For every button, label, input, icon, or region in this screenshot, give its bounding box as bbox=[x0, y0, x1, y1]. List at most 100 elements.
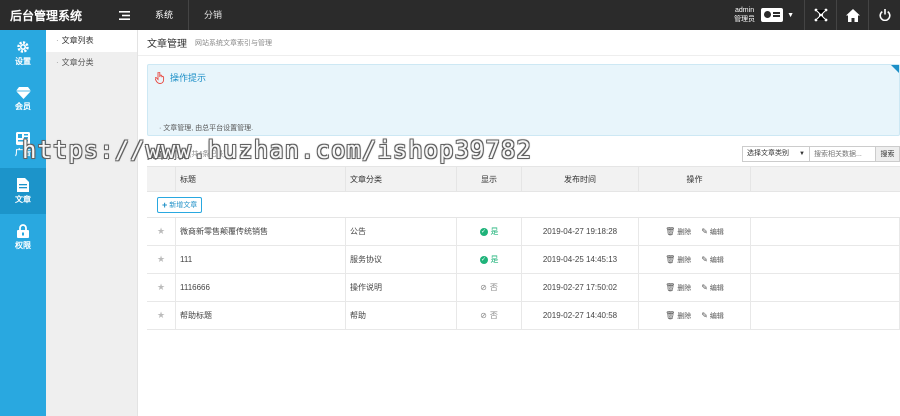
document-icon bbox=[17, 177, 29, 192]
sidebar-item-label: 文章 bbox=[15, 194, 31, 204]
star-icon[interactable]: ★ bbox=[147, 274, 176, 301]
add-article-button[interactable]: + 新增文章 bbox=[157, 196, 203, 213]
trash-icon: 🗑 bbox=[665, 255, 676, 264]
admin-role: 管理员 bbox=[734, 16, 756, 23]
edit-label: 编辑 bbox=[709, 256, 724, 264]
star-icon[interactable]: ★ bbox=[147, 302, 176, 329]
check-circle-icon: ✓ bbox=[479, 227, 488, 236]
table-header: 标题 文章分类 显示 发布时间 操作 bbox=[147, 166, 900, 192]
main-content: 文章管理 网站系统文章索引与管理 操作提示 · 文章管理, 由总平台设置管理. … bbox=[138, 30, 900, 416]
table-row[interactable]: ★ 帮助标题 帮助 ⊘ 否 2019-02-27 14:40:58 🗑 删除 ✎ 编辑 bbox=[147, 302, 900, 330]
header-title[interactable]: 标题 bbox=[176, 167, 346, 191]
edit-label: 编辑 bbox=[709, 312, 724, 320]
search-input[interactable] bbox=[810, 146, 876, 162]
chevron-down-icon[interactable]: ▼ bbox=[787, 12, 794, 19]
star-icon[interactable]: ★ bbox=[147, 246, 176, 273]
header-star-col bbox=[147, 167, 176, 191]
cell-time: 2019-02-27 17:50:02 bbox=[522, 274, 639, 301]
cell-title[interactable]: 微商新零售颠覆传统销售 bbox=[176, 218, 346, 245]
add-article-label: 新增文章 bbox=[169, 201, 198, 209]
table-row[interactable]: ★ 1116666 操作说明 ⊘ 否 2019-02-27 17:50:02 🗑 删… bbox=[147, 274, 900, 302]
edit-icon: ✎ bbox=[701, 255, 708, 264]
power-icon[interactable] bbox=[869, 0, 900, 30]
table-row[interactable]: ★ 微商新零售颠覆传统销售 公告 ✓ 是 2019-04-27 19:18:28 … bbox=[147, 218, 900, 246]
cell-filler bbox=[751, 274, 900, 301]
cell-category: 操作说明 bbox=[346, 274, 457, 301]
menu-toggle-icon[interactable] bbox=[112, 0, 136, 30]
delete-button[interactable]: 🗑 删除 bbox=[665, 311, 691, 321]
page-subtitle: 网站系统文章索引与管理 bbox=[195, 39, 272, 47]
top-nav-distribution[interactable]: 分销 bbox=[189, 0, 237, 30]
lock-icon bbox=[17, 223, 29, 238]
top-bar: 后台管理系统 系统 分销 admin 管理员 ▼ bbox=[0, 0, 900, 30]
cell-op: 🗑 删除 ✎ 编辑 bbox=[639, 246, 751, 273]
delete-button[interactable]: 🗑 删除 bbox=[665, 255, 691, 265]
gear-icon bbox=[17, 40, 29, 53]
page-header: 文章管理 网站系统文章索引与管理 bbox=[138, 30, 900, 56]
sidebar-item-articles[interactable]: 文章 bbox=[0, 168, 46, 214]
sidebar-item-members[interactable]: 会员 bbox=[0, 76, 46, 122]
table-row[interactable]: ★ 111 服务协议 ✓ 是 2019-04-25 14:45:13 🗑 删除 ✎ 编… bbox=[147, 246, 900, 274]
chevron-down-icon: ▼ bbox=[799, 151, 805, 157]
edit-label: 编辑 bbox=[709, 284, 724, 292]
delete-button[interactable]: 🗑 删除 bbox=[665, 283, 691, 293]
delete-button[interactable]: 🗑 删除 bbox=[665, 227, 691, 237]
id-card-icon[interactable] bbox=[761, 8, 784, 22]
tips-panel: 操作提示 · 文章管理, 由总平台设置管理. bbox=[147, 64, 900, 136]
cell-op: 🗑 删除 ✎ 编辑 bbox=[639, 218, 751, 245]
ban-icon: ⊘ bbox=[480, 283, 487, 292]
sidebar-item-permissions[interactable]: 权限 bbox=[0, 214, 46, 260]
cell-time: 2019-04-25 14:45:13 bbox=[522, 246, 639, 273]
submenu-item-article-list[interactable]: · 文章列表 bbox=[46, 30, 137, 52]
bullet-icon: · bbox=[56, 36, 59, 45]
cell-time: 2019-04-27 19:18:28 bbox=[522, 218, 639, 245]
top-right-tools: admin 管理员 ▼ bbox=[734, 0, 900, 30]
trash-icon: 🗑 bbox=[665, 311, 676, 320]
delete-label: 删除 bbox=[677, 312, 692, 320]
admin-info[interactable]: admin 管理员 bbox=[734, 6, 755, 24]
header-category[interactable]: 文章分类 bbox=[346, 167, 457, 191]
cell-op: 🗑 删除 ✎ 编辑 bbox=[639, 274, 751, 301]
trash-icon: 🗑 bbox=[665, 227, 676, 236]
bullet-icon: · bbox=[56, 58, 59, 67]
sidebar-item-settings[interactable]: 设置 bbox=[0, 30, 46, 76]
header-op: 操作 bbox=[639, 167, 751, 191]
cell-time: 2019-02-27 14:40:58 bbox=[522, 302, 639, 329]
cell-title[interactable]: 帮助标题 bbox=[176, 302, 346, 329]
edit-button[interactable]: ✎ 编辑 bbox=[701, 283, 724, 293]
edit-button[interactable]: ✎ 编辑 bbox=[701, 227, 724, 237]
edit-button[interactable]: ✎ 编辑 bbox=[701, 311, 724, 321]
search-button[interactable]: 搜索 bbox=[876, 146, 900, 162]
cell-category: 公告 bbox=[346, 218, 457, 245]
cell-show[interactable]: ⊘ 否 bbox=[457, 274, 522, 301]
tips-title: 操作提示 bbox=[170, 73, 207, 83]
collapse-corner-icon[interactable] bbox=[891, 65, 899, 73]
sidebar-item-label: 权限 bbox=[15, 240, 31, 250]
cell-title[interactable]: 111 bbox=[176, 246, 346, 273]
cell-category: 帮助 bbox=[346, 302, 457, 329]
hand-pointer-icon bbox=[155, 71, 165, 84]
submenu-item-article-category[interactable]: · 文章分类 bbox=[46, 52, 137, 74]
header-show[interactable]: 显示 bbox=[457, 167, 522, 191]
plus-icon: + bbox=[162, 199, 168, 210]
category-select[interactable]: 选择文章类别 ▼ bbox=[742, 146, 810, 162]
top-nav: 系统 分销 bbox=[140, 0, 237, 30]
top-nav-system[interactable]: 系统 bbox=[140, 0, 188, 30]
tips-line: · 文章管理, 由总平台设置管理. bbox=[159, 123, 253, 133]
cell-show[interactable]: ⊘ 否 bbox=[457, 302, 522, 329]
home-icon[interactable] bbox=[837, 0, 868, 30]
cell-show[interactable]: ✓ 是 bbox=[457, 246, 522, 273]
header-time[interactable]: 发布时间 bbox=[522, 167, 639, 191]
brand-title: 后台管理系统 bbox=[10, 8, 83, 23]
admin-name: admin bbox=[735, 7, 755, 14]
star-icon[interactable]: ★ bbox=[147, 218, 176, 245]
ban-icon: ⊘ bbox=[480, 311, 487, 320]
cell-op: 🗑 删除 ✎ 编辑 bbox=[639, 302, 751, 329]
network-icon[interactable] bbox=[805, 0, 836, 30]
cell-show[interactable]: ✓ 是 bbox=[457, 218, 522, 245]
edit-label: 编辑 bbox=[709, 228, 724, 236]
edit-button[interactable]: ✎ 编辑 bbox=[701, 255, 724, 265]
sub-menu: · 文章列表 · 文章分类 bbox=[46, 30, 138, 416]
tips-header[interactable]: 操作提示 bbox=[155, 71, 206, 84]
cell-title[interactable]: 1116666 bbox=[176, 274, 346, 301]
